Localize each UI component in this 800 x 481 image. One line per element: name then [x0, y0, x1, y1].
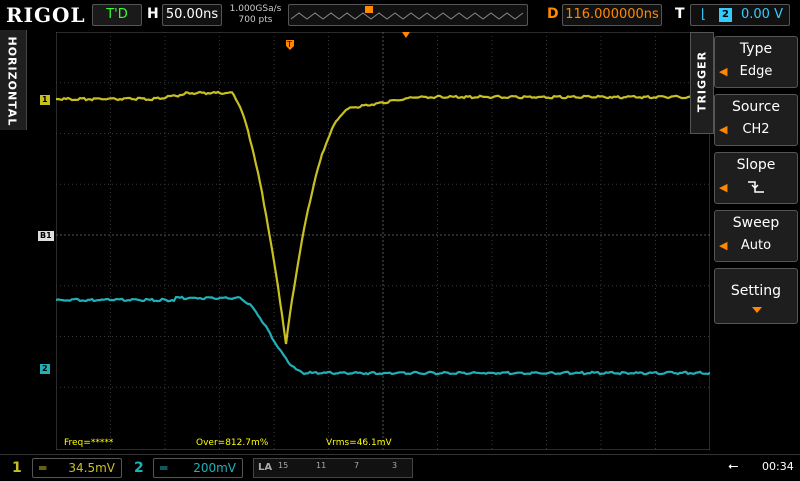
- ch2-scale-box[interactable]: ═ 200mV: [153, 458, 243, 478]
- menu-type-title: Type: [739, 41, 773, 57]
- usb-icon: ⭠: [728, 459, 739, 474]
- ch2-label[interactable]: 2: [134, 459, 144, 477]
- menu-sweep-title: Sweep: [732, 215, 780, 231]
- horizontal-tab-label: HORIZONTAL: [5, 36, 19, 127]
- trigger-tab-label: TRIGGER: [695, 50, 709, 113]
- vrms-measurement: Vrms=46.1mV: [326, 438, 392, 448]
- sample-rate: 1.000GSa/s: [229, 4, 282, 14]
- timebase-value[interactable]: 50.00ns: [162, 4, 222, 26]
- menu-slope[interactable]: Slope ◀: [714, 152, 798, 204]
- clock: 00:34: [762, 460, 794, 473]
- freq-measurement: Freq=*****: [64, 438, 114, 448]
- la-channel-15: 15: [278, 461, 289, 470]
- trigger-channel-badge: 2: [719, 8, 732, 22]
- rigol-logo: RIGOL: [6, 3, 86, 27]
- la-label: LA: [258, 462, 273, 473]
- la-channel-3: 3: [392, 461, 398, 470]
- chevron-down-icon: [752, 307, 762, 313]
- falling-edge-icon: [715, 180, 797, 199]
- ch1-label[interactable]: 1: [12, 459, 22, 477]
- dc-coupling-icon: ═: [160, 461, 168, 475]
- la-channel-7: 7: [354, 461, 360, 470]
- menu-source-title: Source: [731, 99, 781, 115]
- trigger-summary[interactable]: ⌊ 2 0.00 V: [690, 4, 790, 26]
- delay-value[interactable]: 116.000000ns: [562, 4, 662, 26]
- menu-slope-title: Slope: [736, 157, 776, 173]
- menu-source[interactable]: Source ◀ CH2: [714, 94, 798, 146]
- waveform-grid: T: [55, 31, 711, 451]
- dc-coupling-icon: ═: [39, 461, 47, 475]
- ref-b1-marker[interactable]: B1: [38, 231, 54, 241]
- logic-analyzer-box[interactable]: LA 15 11 7 3: [253, 458, 413, 478]
- top-status-bar: RIGOL T'D H 50.00ns 1.000GSa/s 700 pts D…: [0, 0, 800, 30]
- ch1-scale-box[interactable]: ═ 34.5mV: [32, 458, 122, 478]
- waveform-display[interactable]: T: [55, 31, 711, 451]
- trigger-position-t: T: [286, 40, 292, 49]
- ch2-offset-marker[interactable]: 2: [40, 364, 50, 374]
- trigger-tab[interactable]: TRIGGER: [690, 32, 714, 134]
- trigger-label: T: [675, 6, 685, 22]
- menu-type[interactable]: Type ◀ Edge: [714, 36, 798, 88]
- ch1-offset-marker[interactable]: 1: [40, 95, 50, 105]
- bottom-status-bar: 1 ═ 34.5mV 2 ═ 200mV LA 15 11 7 3 ⭠ 00:3…: [0, 454, 800, 481]
- la-channel-11: 11: [316, 461, 327, 470]
- menu-sweep[interactable]: Sweep ◀ Auto: [714, 210, 798, 262]
- menu-setting-title: Setting: [730, 283, 782, 299]
- horizontal-label: H: [147, 6, 159, 22]
- sample-info: 1.000GSa/s 700 pts: [228, 4, 283, 26]
- ch1-scale: 34.5mV: [68, 461, 115, 475]
- overshoot-measurement: Over=812.7m%: [196, 438, 269, 448]
- falling-edge-icon: ⌊: [701, 7, 707, 22]
- horizontal-tab[interactable]: HORIZONTAL: [0, 30, 27, 130]
- trigger-level: 0.00 V: [741, 7, 783, 22]
- menu-type-value: Edge: [739, 64, 773, 79]
- menu-sweep-value: Auto: [740, 238, 772, 253]
- delay-label: D: [547, 6, 559, 22]
- memory-waveform-overview: [290, 6, 524, 20]
- measurement-readout: Freq=***** Over=812.7m% Vrms=46.1mV: [56, 438, 710, 450]
- memory-depth: 700 pts: [238, 15, 273, 25]
- ch2-scale: 200mV: [193, 461, 236, 475]
- run-status-badge[interactable]: T'D: [92, 4, 142, 26]
- memory-overview-bar[interactable]: [288, 4, 528, 26]
- menu-setting[interactable]: Setting: [714, 268, 798, 324]
- menu-source-value: CH2: [742, 122, 770, 137]
